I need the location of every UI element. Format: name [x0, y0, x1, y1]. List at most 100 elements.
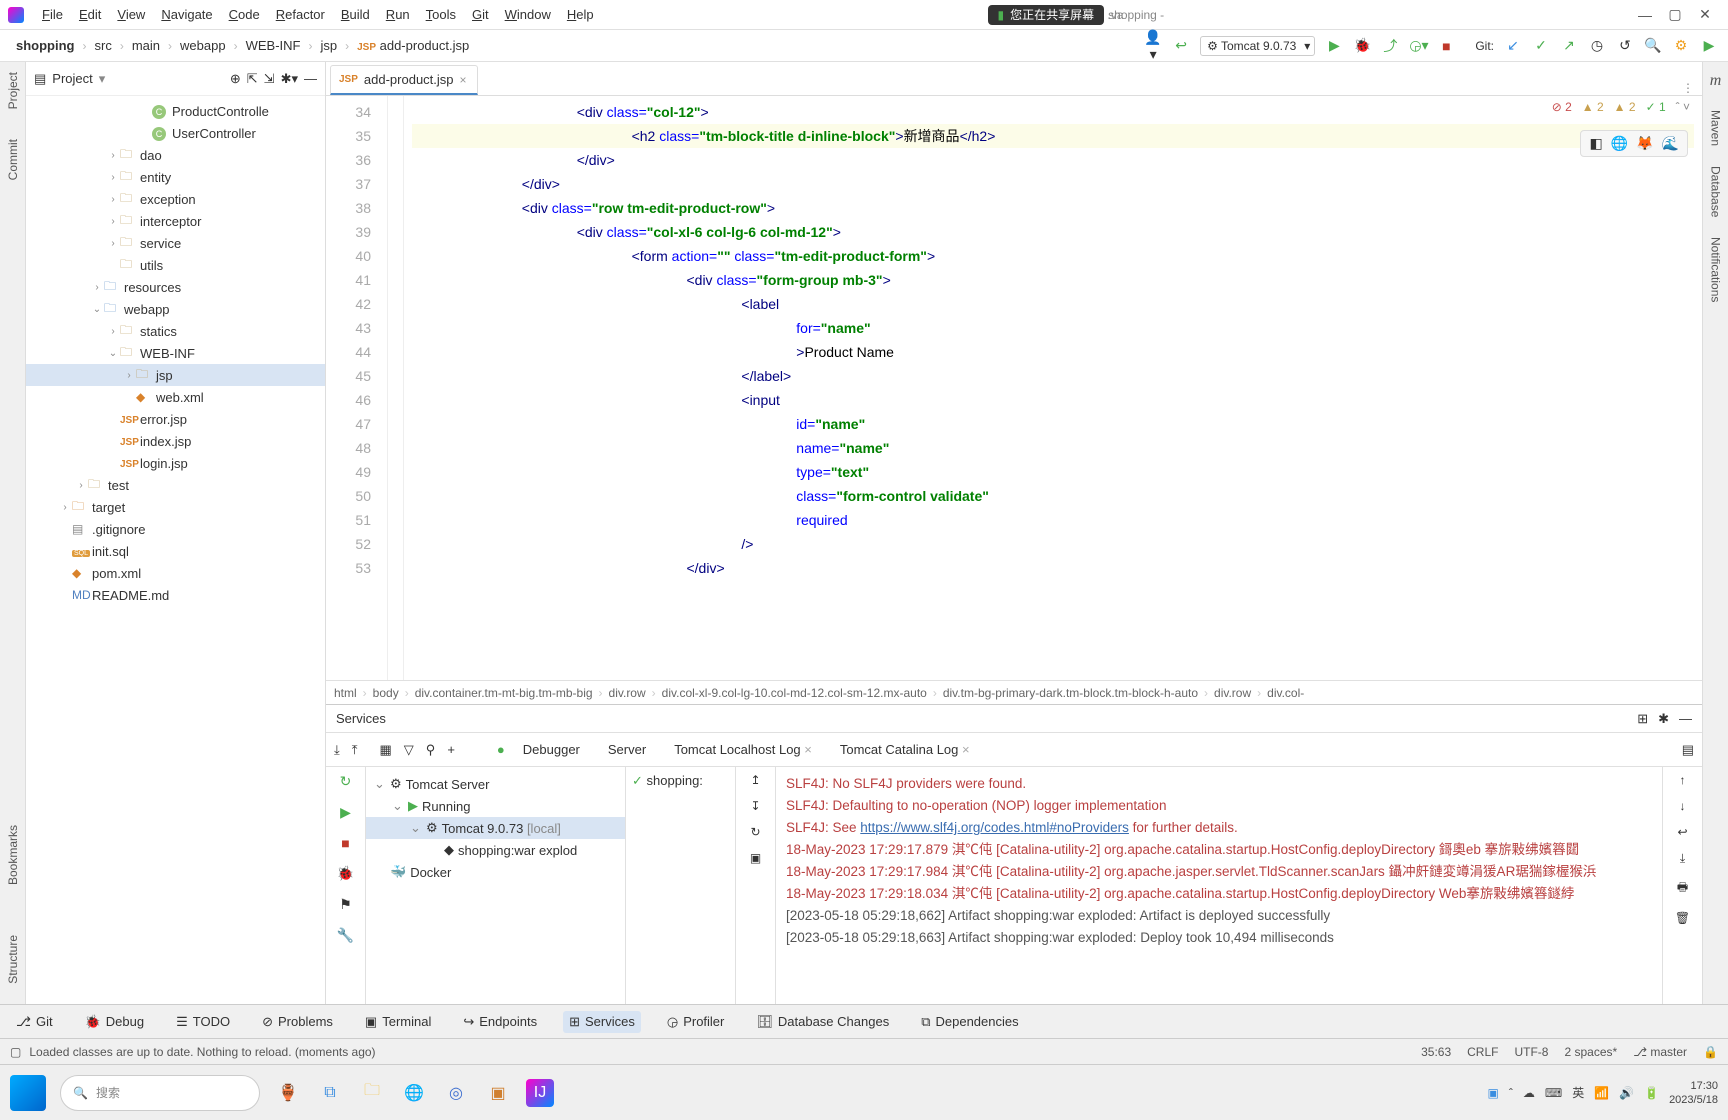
tree-index-jsp[interactable]: JSPindex.jsp	[26, 430, 325, 452]
services-hide-icon[interactable]: —	[1679, 711, 1692, 726]
breadcrumb-2[interactable]: main	[126, 36, 166, 55]
commit-tab[interactable]: Commit	[6, 139, 20, 180]
line-separator[interactable]: CRLF	[1467, 1045, 1498, 1059]
tab-add-product-jsp[interactable]: JSP add-product.jsp ×	[330, 65, 478, 95]
tree-productcontrolle[interactable]: CProductControlle	[26, 100, 325, 122]
menu-navigate[interactable]: Navigate	[153, 7, 220, 22]
svc-pin-icon[interactable]: ⚲	[426, 742, 436, 758]
bottom-tab-endpoints[interactable]: ↪Endpoints	[457, 1011, 543, 1033]
tree-dao[interactable]: ›🗀dao	[26, 144, 325, 166]
run-icon[interactable]: ▶	[340, 804, 351, 821]
settings-icon[interactable]: ⚙	[1672, 37, 1690, 54]
breadcrumb-1[interactable]: src	[89, 36, 118, 55]
tree-init-sql[interactable]: SQLinit.sql	[26, 540, 325, 562]
project-tree[interactable]: CProductControlleCUserController›🗀dao›🗀e…	[26, 96, 325, 1004]
console-output[interactable]: SLF4J: No SLF4J providers were found.SLF…	[776, 767, 1662, 1004]
git-push-icon[interactable]: ↗	[1560, 37, 1578, 54]
tree-entity[interactable]: ›🗀entity	[26, 166, 325, 188]
back-icon[interactable]: ↩	[1172, 37, 1190, 54]
editor-crumb-6[interactable]: div.row	[1214, 686, 1251, 700]
bookmarks-tab[interactable]: Bookmarks	[6, 825, 20, 885]
tree--gitignore[interactable]: ▤.gitignore	[26, 518, 325, 540]
breadcrumb-6[interactable]: JSP add-product.jsp	[351, 36, 475, 55]
taskbar-intellij[interactable]: IJ	[526, 1079, 554, 1107]
git-commit-icon[interactable]: ✓	[1532, 37, 1550, 54]
wrap-icon[interactable]: ↩	[1677, 825, 1687, 839]
maven-label[interactable]: Maven	[1709, 110, 1723, 146]
caret-position[interactable]: 35:63	[1421, 1045, 1451, 1059]
menu-git[interactable]: Git	[464, 7, 497, 22]
editor-crumb-3[interactable]: div.row	[609, 686, 646, 700]
tree-login-jsp[interactable]: JSPlogin.jsp	[26, 452, 325, 474]
database-tab[interactable]: Database	[1709, 166, 1723, 217]
tree-web-xml[interactable]: ◆web.xml	[26, 386, 325, 408]
menu-help[interactable]: Help	[559, 7, 602, 22]
structure-tab[interactable]: Structure	[6, 935, 20, 984]
bottom-tab-dependencies[interactable]: ⧉Dependencies	[915, 1011, 1024, 1033]
minimize-button[interactable]: —	[1630, 7, 1660, 23]
chrome-icon[interactable]: 🌐	[1611, 135, 1628, 152]
console-settings-icon[interactable]: ▤	[1682, 742, 1694, 758]
breadcrumb-3[interactable]: webapp	[174, 36, 232, 55]
menu-refactor[interactable]: Refactor	[268, 7, 333, 22]
code-editor[interactable]: 3435363738394041424344454647484950515253…	[326, 96, 1702, 680]
terminal-icon[interactable]: ▣	[750, 851, 761, 865]
locate-icon[interactable]: ⊕	[230, 71, 241, 87]
inspection-widget[interactable]: ⊘ 2 ▲ 2 ▲ 2 ✓ 1 ˆ ˅	[1552, 100, 1690, 114]
tree-webapp[interactable]: ⌄🗀webapp	[26, 298, 325, 320]
breadcrumb-0[interactable]: shopping	[10, 36, 81, 55]
tree-interceptor[interactable]: ›🗀interceptor	[26, 210, 325, 232]
taskbar-sublime[interactable]: ▣	[484, 1079, 512, 1107]
menu-file[interactable]: File	[34, 7, 71, 22]
git-branch[interactable]: ⎇ master	[1633, 1045, 1687, 1059]
svc-collapse-icon[interactable]: ⤒	[352, 742, 358, 758]
svc-wrench-icon[interactable]: 🔧	[337, 927, 354, 944]
bottom-tab-todo[interactable]: ☰TODO	[170, 1011, 236, 1033]
svc-node-running[interactable]: ⌄▶ Running	[366, 795, 625, 817]
editor-crumb-4[interactable]: div.col-xl-9.col-lg-10.col-md-12.col-sm-…	[662, 686, 927, 700]
tree-settings-icon[interactable]: ✱▾	[281, 71, 298, 87]
search-icon[interactable]: 🔍	[1644, 37, 1662, 54]
bottom-tab-database-changes[interactable]: 🗄Database Changes	[750, 1011, 895, 1033]
notifications-tab[interactable]: Notifications	[1709, 237, 1723, 302]
stop-icon[interactable]: ■	[341, 835, 349, 851]
taskbar-clock[interactable]: 17:30 2023/5/18	[1669, 1079, 1718, 1107]
tree-test[interactable]: ›🗀test	[26, 474, 325, 496]
svc-filter-icon[interactable]: ▽	[404, 742, 414, 758]
tree-exception[interactable]: ›🗀exception	[26, 188, 325, 210]
refresh-icon[interactable]: ↻	[750, 825, 760, 839]
svc-group-icon[interactable]: ▦	[380, 742, 392, 758]
debug-button[interactable]: 🐞	[1353, 37, 1371, 54]
tabs-menu-icon[interactable]: ⋮	[1674, 81, 1702, 95]
taskbar-explorer[interactable]: 🗀	[358, 1079, 386, 1107]
tray-battery-icon[interactable]: 🔋	[1644, 1086, 1659, 1100]
svc-tab-debugger[interactable]: Debugger	[523, 742, 580, 757]
svc-node-tomcat-server[interactable]: ⌄⚙ Tomcat Server	[366, 773, 625, 795]
tree-usercontroller[interactable]: CUserController	[26, 122, 325, 144]
taskbar-chrome[interactable]: 🌐	[400, 1079, 428, 1107]
tree-readme-md[interactable]: MDREADME.md	[26, 584, 325, 606]
maximize-button[interactable]: ▢	[1660, 6, 1690, 23]
scroll-down-icon[interactable]: ↓	[1680, 799, 1686, 813]
tray-lang-icon[interactable]: ⌨	[1545, 1086, 1562, 1100]
close-tab-icon[interactable]: ×	[460, 73, 467, 87]
project-tab[interactable]: Project	[6, 72, 20, 109]
svc-tab-tomcat-catalina-log[interactable]: Tomcat Catalina Log ×	[840, 742, 970, 757]
tree-statics[interactable]: ›🗀statics	[26, 320, 325, 342]
tree-pom-xml[interactable]: ◆pom.xml	[26, 562, 325, 584]
print-icon[interactable]: 🖶	[1677, 878, 1688, 899]
editor-crumb-2[interactable]: div.container.tm-mt-big.tm-mb-big	[415, 686, 593, 700]
editor-crumb-1[interactable]: body	[373, 686, 399, 700]
bottom-tab-git[interactable]: ⎇Git	[10, 1011, 59, 1033]
file-encoding[interactable]: UTF-8	[1514, 1045, 1548, 1059]
deploy-down-icon[interactable]: ↧	[750, 799, 760, 813]
tree-jsp[interactable]: ›🗀jsp	[26, 364, 325, 386]
tree-error-jsp[interactable]: JSPerror.jsp	[26, 408, 325, 430]
profile-button[interactable]: ◶▾	[1409, 37, 1427, 54]
menu-code[interactable]: Code	[221, 7, 268, 22]
debug-icon[interactable]: 🐞	[337, 865, 354, 882]
tree-utils[interactable]: 🗀utils	[26, 254, 325, 276]
services-settings-icon[interactable]: ✱	[1658, 711, 1669, 727]
tree-resources[interactable]: ›🗀resources	[26, 276, 325, 298]
tray-onedrive-icon[interactable]: ☁	[1523, 1086, 1535, 1100]
